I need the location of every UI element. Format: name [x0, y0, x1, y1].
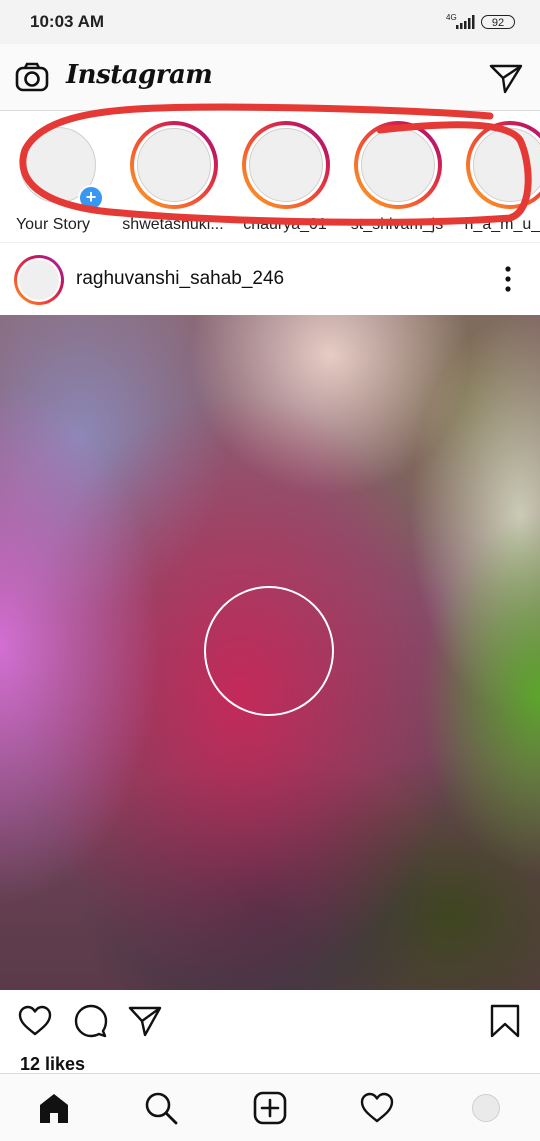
story-item-own[interactable]: + Your Story [0, 121, 108, 236]
story-ring [466, 121, 540, 209]
comment-icon[interactable] [74, 1004, 108, 1038]
stories-tray[interactable]: + Your Story shwetashukl... chaurya_01 s… [0, 111, 540, 243]
camera-icon[interactable] [14, 60, 50, 96]
story-label: chaurya_01 [243, 216, 327, 233]
story-item[interactable]: shwetashukl... [118, 121, 228, 236]
post-header: raghuvanshi_sahab_246 [0, 243, 540, 315]
like-icon[interactable] [18, 1004, 52, 1038]
story-item[interactable]: chaurya_01 [230, 121, 340, 236]
profile-icon[interactable] [472, 1094, 500, 1122]
story-label: h_a_m_u_... [464, 216, 540, 233]
status-bar: 10:03 AM 4G 92 [0, 0, 540, 44]
story-item[interactable]: h_a_m_u_... [454, 121, 540, 236]
post-username[interactable]: raghuvanshi_sahab_246 [76, 268, 284, 290]
instagram-logo: Instagram [66, 60, 213, 90]
story-item[interactable]: st_shivam_js [342, 121, 452, 236]
search-icon[interactable] [144, 1091, 178, 1125]
play-circle-icon[interactable] [204, 586, 334, 716]
home-icon[interactable] [37, 1091, 71, 1125]
story-label: shwetashukl... [122, 216, 224, 233]
story-ring [242, 121, 330, 209]
post-media[interactable] [0, 315, 540, 990]
story-ring [354, 121, 442, 209]
avatar [137, 128, 211, 202]
top-bar: Instagram [0, 44, 540, 111]
activity-icon[interactable] [360, 1091, 394, 1125]
avatar [473, 128, 540, 202]
story-ring [130, 121, 218, 209]
battery-indicator: 92 [481, 15, 515, 29]
bookmark-icon[interactable] [488, 1004, 522, 1038]
direct-message-icon[interactable] [488, 60, 524, 96]
bottom-nav [0, 1073, 540, 1141]
post-actions [0, 990, 540, 1052]
status-time: 10:03 AM [30, 12, 105, 31]
post-avatar[interactable] [14, 255, 64, 305]
share-icon[interactable] [128, 1004, 162, 1038]
more-options-icon[interactable] [498, 263, 518, 295]
avatar [361, 128, 435, 202]
avatar [249, 128, 323, 202]
new-post-icon[interactable] [253, 1091, 287, 1125]
story-label: Your Story [15, 216, 91, 233]
like-count[interactable]: 12 likes [20, 1054, 85, 1075]
add-story-icon[interactable]: + [78, 185, 104, 211]
story-label: st_shivam_js [350, 216, 444, 233]
signal-icon [456, 15, 475, 29]
